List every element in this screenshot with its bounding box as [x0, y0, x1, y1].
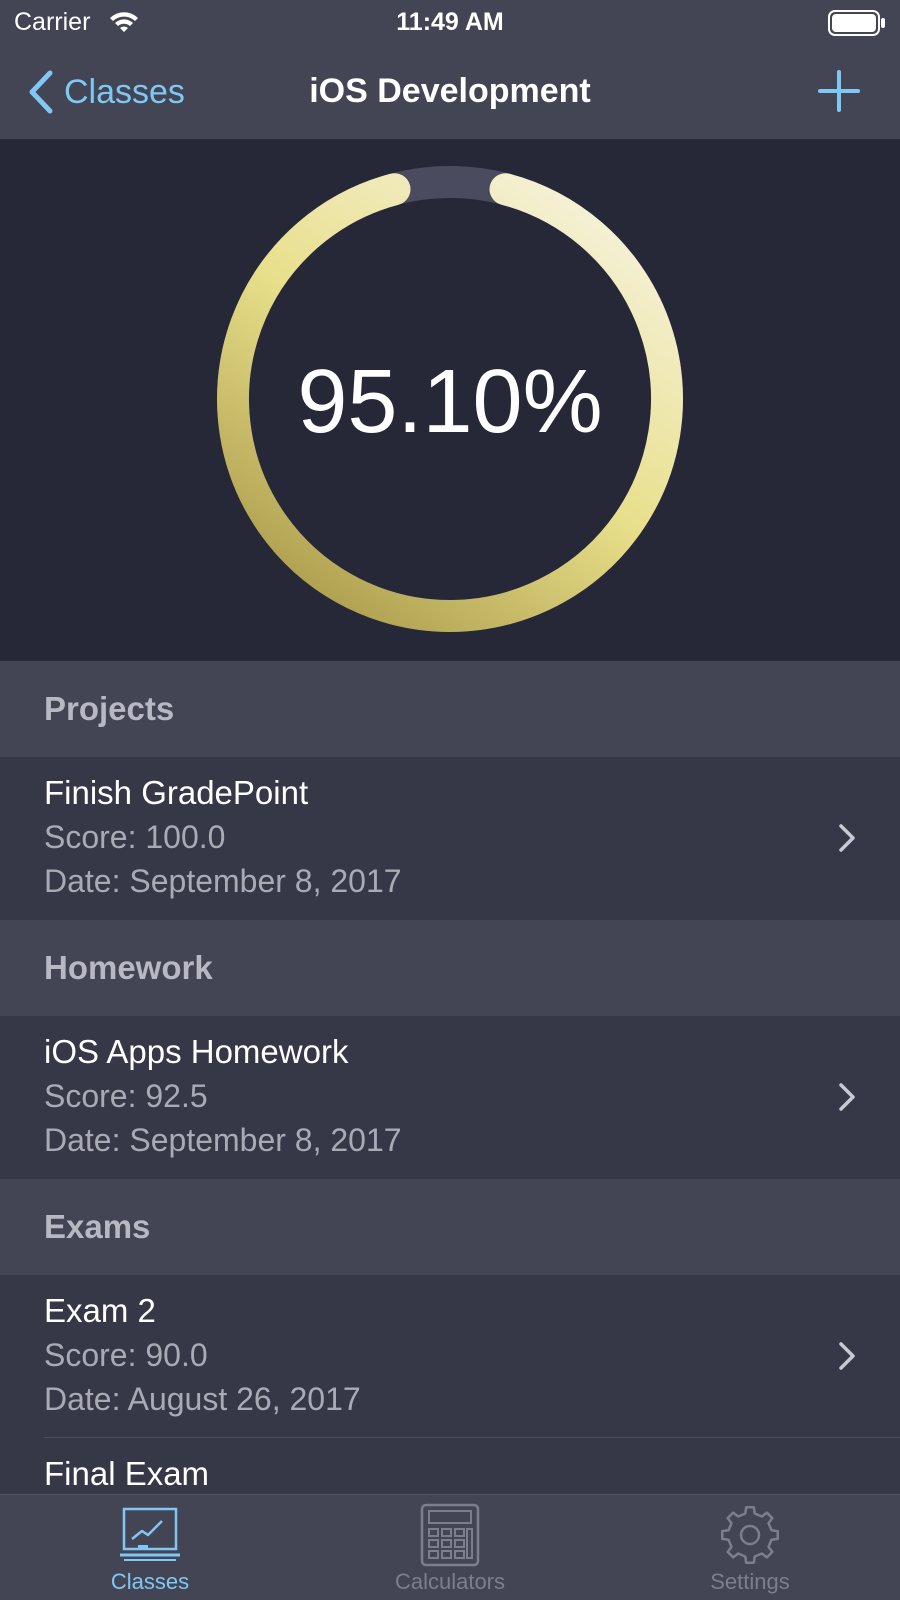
- tab-label: Settings: [710, 1569, 790, 1594]
- chevron-right-icon: [839, 1342, 855, 1370]
- list-item[interactable]: iOS Apps Homework Score: 92.5 Date: Sept…: [0, 1016, 900, 1179]
- tab-bar: Classes Calculators Settings: [0, 1494, 900, 1600]
- item-title: Final Exam: [44, 1455, 210, 1492]
- tab-classes[interactable]: Classes: [0, 1495, 300, 1600]
- list-item[interactable]: Exam 2 Score: 90.0 Date: August 26, 2017: [0, 1275, 900, 1438]
- item-title: Finish GradePoint: [44, 774, 309, 811]
- item-title: iOS Apps Homework: [44, 1033, 349, 1070]
- chevron-right-icon: [839, 1083, 855, 1111]
- item-score: Score: 90.0: [44, 1337, 208, 1373]
- navigation-bar: Classes iOS Development: [0, 46, 900, 139]
- item-title: Exam 2: [44, 1292, 156, 1329]
- chart-board-icon: [120, 1507, 180, 1561]
- chevron-right-icon: [839, 824, 855, 852]
- grade-percentage: 95.10%: [297, 352, 603, 452]
- assignment-list[interactable]: Projects Finish GradePoint Score: 100.0 …: [0, 661, 900, 1600]
- tab-calculators[interactable]: Calculators: [300, 1495, 600, 1600]
- status-bar: Carrier 11:49 AM: [0, 0, 900, 46]
- section-header-exams: Exams: [0, 1179, 900, 1275]
- item-date: Date: September 8, 2017: [44, 863, 402, 899]
- tab-settings[interactable]: Settings: [600, 1495, 900, 1600]
- tab-label: Classes: [110, 1569, 190, 1594]
- item-score: Score: 100.0: [44, 819, 226, 855]
- page-title: iOS Development: [309, 72, 591, 110]
- grade-summary-panel: 95.10%: [0, 139, 900, 661]
- battery-icon: [828, 10, 885, 36]
- plus-icon[interactable]: [818, 70, 860, 112]
- tab-label: Calculators: [394, 1569, 506, 1594]
- section-header-projects: Projects: [0, 661, 900, 757]
- item-date: Date: August 26, 2017: [44, 1381, 361, 1417]
- item-score: Score: 92.5: [44, 1078, 208, 1114]
- gear-icon: [721, 1506, 779, 1564]
- list-item[interactable]: Finish GradePoint Score: 100.0 Date: Sep…: [0, 757, 900, 920]
- item-date: Date: September 8, 2017: [44, 1122, 402, 1158]
- calculator-icon: [420, 1503, 480, 1567]
- section-header-homework: Homework: [0, 920, 900, 1016]
- status-time: 11:49 AM: [396, 8, 504, 36]
